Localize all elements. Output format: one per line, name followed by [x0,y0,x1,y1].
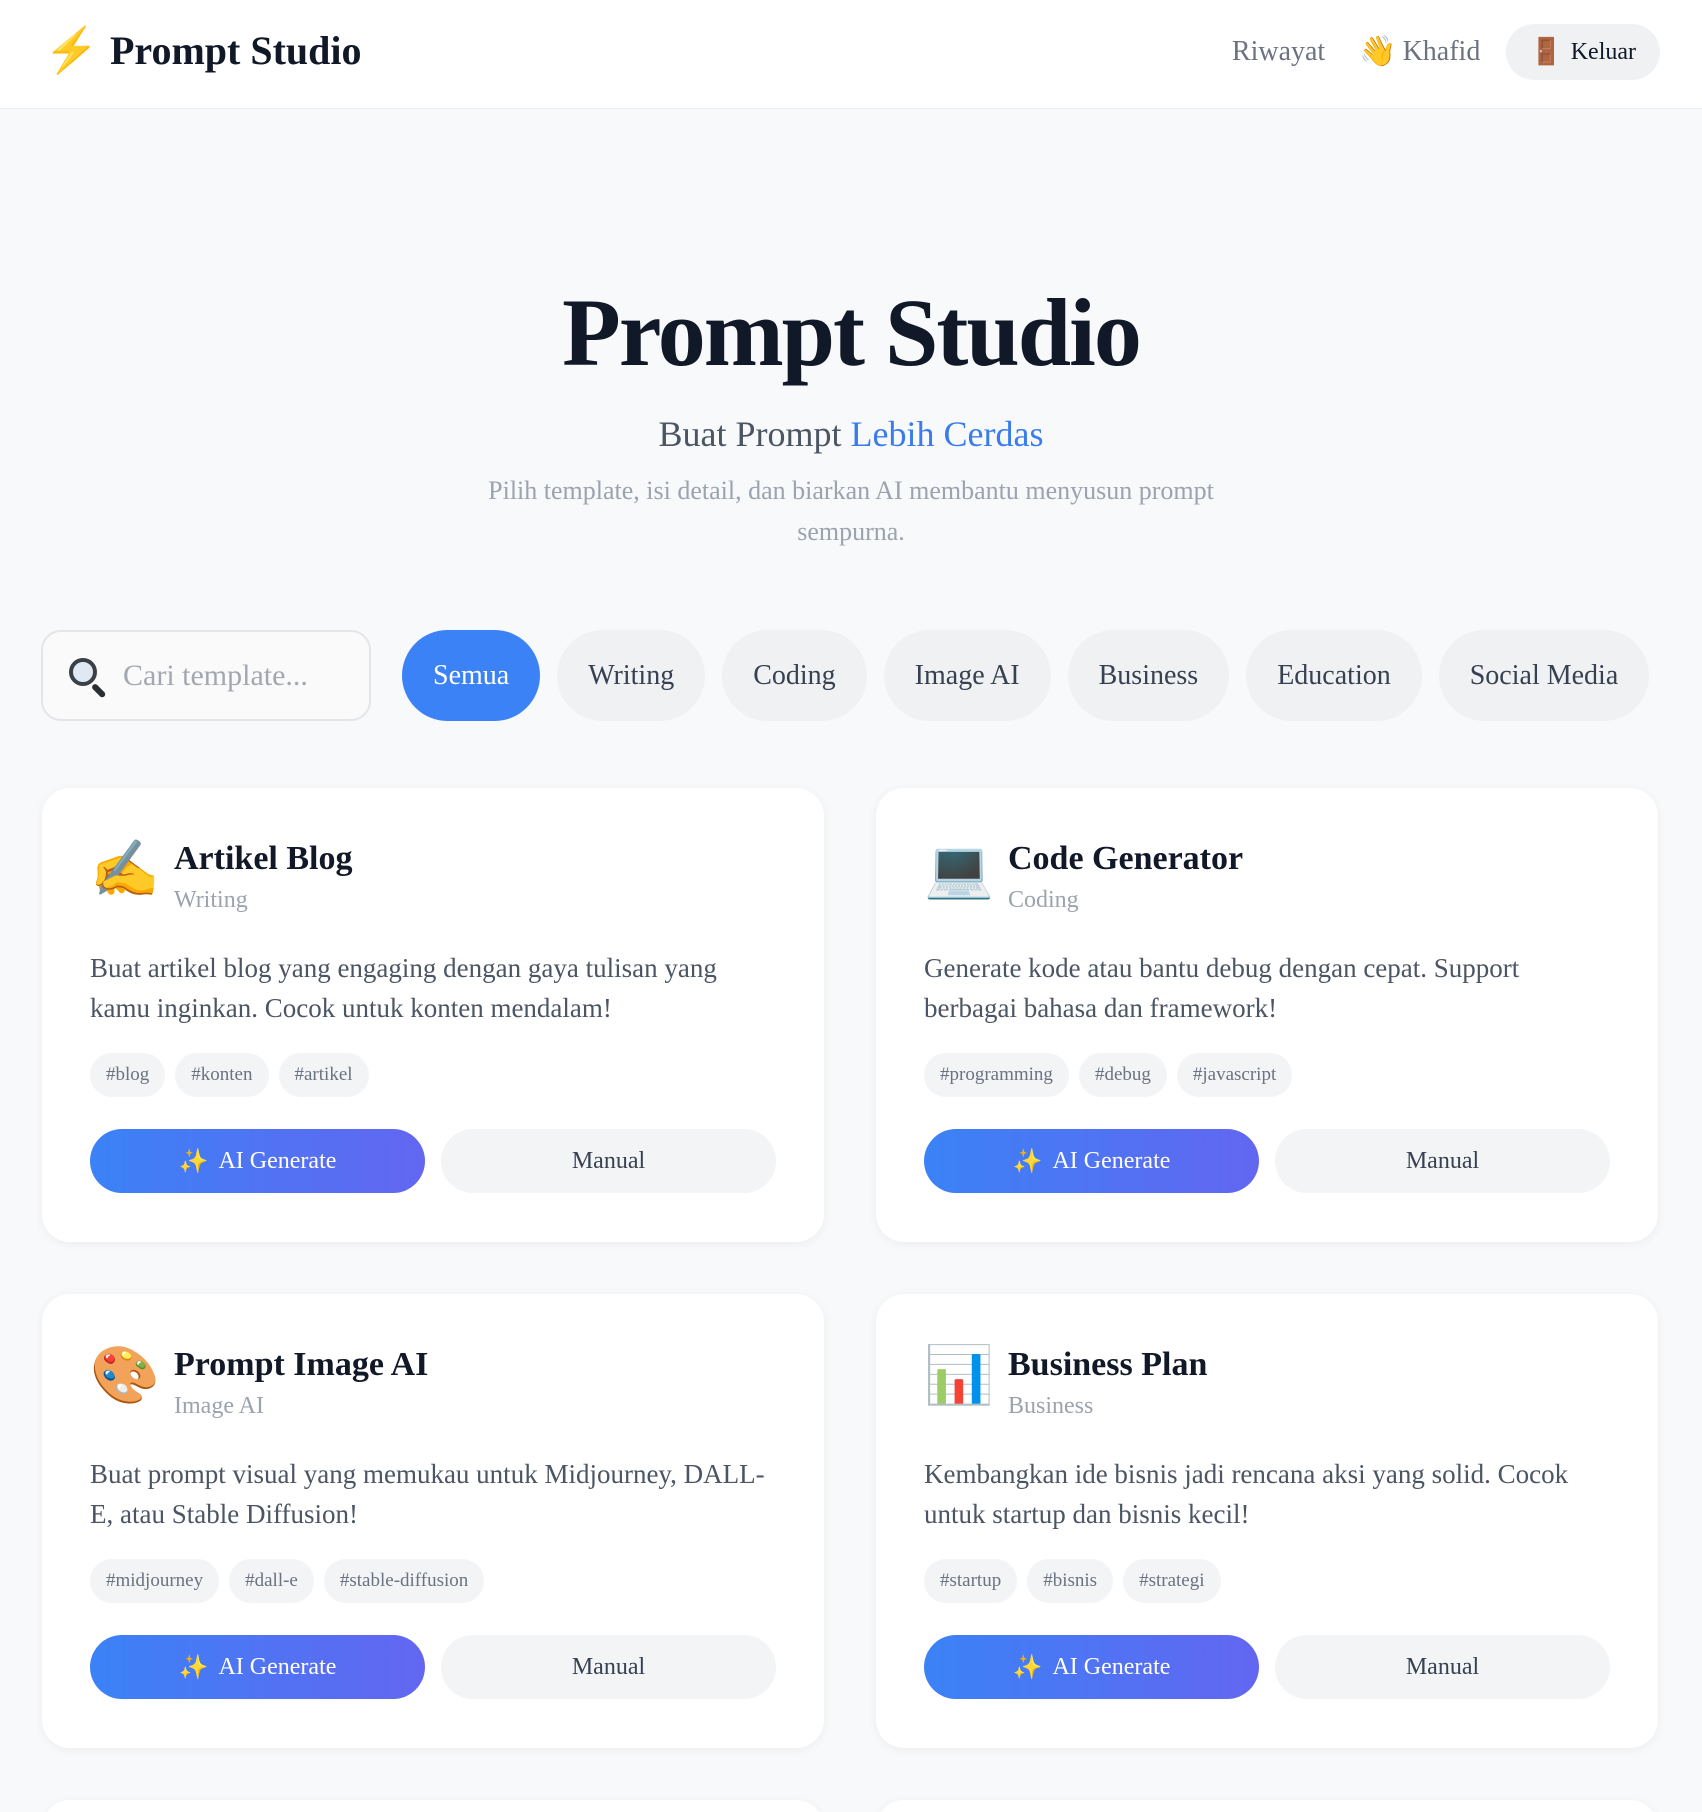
door-icon: 🚪 [1530,37,1563,66]
brand[interactable]: ⚡ Prompt Studio [44,25,362,77]
tag: #blog [90,1053,166,1097]
hero-title: Prompt Studio [562,279,1142,386]
manual-button[interactable]: Manual [441,1635,776,1699]
hero-subtitle-prefix: Buat Prompt [658,414,842,454]
filter-chip-business[interactable]: Business [1067,630,1230,721]
sparkles-icon: ✨ [178,1654,209,1681]
card-title: Code Generator [1008,840,1244,877]
template-card-code-generator: 💻 Code Generator Coding Generate kode at… [876,788,1658,1242]
ai-generate-label: AI Generate [218,1653,337,1680]
sparkles-icon: ✨ [1012,1148,1043,1175]
card-actions: ✨ AI Generate Manual [90,1129,776,1193]
template-card-prompt-image-ai: 🎨 Prompt Image AI Image AI Buat prompt v… [42,1294,824,1748]
ai-generate-label: AI Generate [218,1147,337,1174]
bar-chart-icon: 📊 [924,1345,994,1407]
hero-description: Pilih template, isi detail, dan biarkan … [488,476,1214,546]
card-header: ✍️ Artikel Blog Writing [90,838,352,920]
logout-button[interactable]: 🚪 Keluar [1506,24,1660,80]
tag: #dall-e [229,1559,314,1603]
logout-label: Keluar [1570,38,1636,65]
user-greeting: 👋 Khafid [1359,24,1480,80]
ai-generate-button[interactable]: ✨ AI Generate [924,1129,1259,1193]
nav-actions: Riwayat 👋 Khafid 🚪 Keluar [1232,24,1660,80]
ai-generate-button[interactable]: ✨ AI Generate [90,1129,425,1193]
card-description: Generate kode atau bantu debug dengan ce… [924,953,1520,1023]
ai-generate-label: AI Generate [1052,1147,1171,1174]
tag: #strategi [1123,1559,1221,1603]
manual-button[interactable]: Manual [441,1129,776,1193]
ai-generate-button[interactable]: ✨ AI Generate [90,1635,425,1699]
tag: #startup [924,1559,1018,1603]
filter-chip-image-ai[interactable]: Image AI [883,630,1051,721]
ai-generate-button[interactable]: ✨ AI Generate [924,1635,1259,1699]
sparkles-icon: ✨ [1012,1654,1043,1681]
category-filters: Semua Writing Coding Image AI Business E… [402,630,1666,721]
card-category: Writing [174,887,248,913]
manual-button[interactable]: Manual [1275,1635,1610,1699]
tag: #bisnis [1027,1559,1114,1603]
template-card-business-plan: 📊 Business Plan Business Kembangkan ide … [876,1294,1658,1748]
template-card-artikel-blog: ✍️ Artikel Blog Writing Buat artikel blo… [42,788,824,1242]
laptop-icon: 💻 [924,839,994,901]
filter-chip-semua[interactable]: Semua [402,630,541,721]
card-description: Buat artikel blog yang engaging dengan g… [90,953,717,1023]
ai-generate-label: AI Generate [1052,1653,1171,1680]
hero-subtitle: Buat Prompt Lebih Cerdas [0,410,1702,458]
filter-chip-writing[interactable]: Writing [557,630,706,721]
card-actions: ✨ AI Generate Manual [924,1129,1610,1193]
lightning-icon: ⚡ [44,26,99,75]
user-name: Khafid [1402,36,1481,67]
writing-hand-icon: ✍️ [90,839,160,901]
history-link[interactable]: Riwayat [1232,24,1325,80]
card-category: Business [1008,1393,1094,1419]
card-category: Coding [1008,887,1079,913]
search-icon [67,656,107,698]
top-navbar: ⚡ Prompt Studio Riwayat 👋 Khafid 🚪 Kelua… [0,0,1702,109]
palette-icon: 🎨 [90,1345,160,1407]
template-card-partial [876,1800,1658,1812]
tag: #artikel [278,1053,369,1097]
filter-chip-social-media[interactable]: Social Media [1438,630,1650,721]
search-input[interactable] [123,658,363,693]
card-tags: #midjourney #dall-e #stable-diffusion [90,1559,494,1603]
manual-button[interactable]: Manual [1275,1129,1610,1193]
tag: #midjourney [90,1559,220,1603]
card-header: 📊 Business Plan Business [924,1344,1207,1426]
card-description: Buat prompt visual yang memukau untuk Mi… [90,1459,765,1529]
search-box[interactable] [41,630,371,721]
waving-hand-icon: 👋 [1359,35,1397,68]
card-title: Prompt Image AI [174,1346,429,1383]
tag: #programming [924,1053,1069,1097]
card-header: 💻 Code Generator Coding [924,838,1243,920]
card-tags: #blog #konten #artikel [90,1053,379,1097]
tag: #stable-diffusion [323,1559,485,1603]
card-tags: #programming #debug #javascript [924,1053,1302,1097]
card-actions: ✨ AI Generate Manual [90,1635,776,1699]
template-card-partial [42,1800,824,1812]
brand-name: Prompt Studio [110,28,362,73]
card-tags: #startup #bisnis #strategi [924,1559,1231,1603]
card-actions: ✨ AI Generate Manual [924,1635,1610,1699]
tag: #konten [175,1053,269,1097]
tag: #javascript [1176,1053,1293,1097]
filter-chip-education[interactable]: Education [1246,630,1422,721]
card-category: Image AI [174,1393,264,1419]
filter-chip-coding[interactable]: Coding [722,630,867,721]
sparkles-icon: ✨ [178,1148,209,1175]
card-header: 🎨 Prompt Image AI Image AI [90,1344,428,1426]
card-title: Artikel Blog [174,840,353,877]
hero-subtitle-highlight: Lebih Cerdas [850,414,1044,454]
tag: #debug [1078,1053,1167,1097]
card-title: Business Plan [1008,1346,1208,1383]
card-description: Kembangkan ide bisnis jadi rencana aksi … [924,1459,1569,1529]
